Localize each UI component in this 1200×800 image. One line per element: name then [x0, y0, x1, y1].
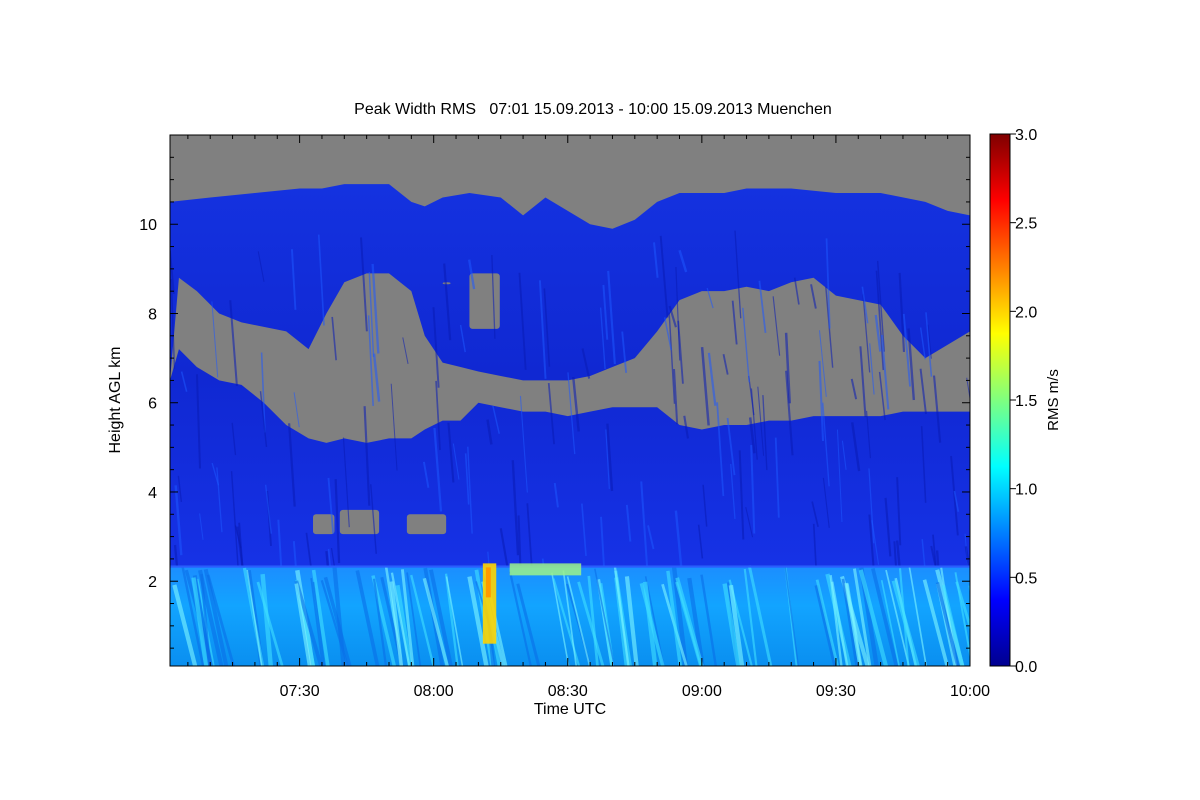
isolated-gap [406, 514, 447, 535]
elevated-rms-patch [509, 563, 582, 576]
colorbar-tick-label: 0.0 [1015, 659, 1037, 676]
x-tick-label: 08:00 [414, 683, 454, 700]
x-tick-label: 09:30 [816, 683, 856, 700]
y-tick-label: 4 [148, 485, 157, 502]
colorbar-tick-label: 3.0 [1015, 127, 1037, 144]
colorbar-label: RMS m/s [1045, 369, 1062, 431]
y-tick-label: 10 [139, 217, 157, 234]
plot-area [170, 135, 970, 666]
colorbar-tick-label: 1.0 [1015, 482, 1037, 499]
max-rms-core [485, 567, 491, 598]
y-axis-label: Height AGL km [107, 346, 124, 453]
radar-chart: 07:30 08:00 08:30 09:00 09:30 10:00 2 4 6 8 10 Pe… [107, 101, 1062, 718]
colorbar-tick-label: 1.5 [1015, 393, 1037, 410]
colorbar-tick-label: 0.5 [1015, 570, 1037, 587]
x-tick-label: 09:00 [682, 683, 722, 700]
y-tick-label: 8 [148, 306, 157, 323]
y-tick-label: 6 [148, 396, 157, 413]
x-axis-label: Time UTC [534, 701, 606, 718]
fall-streak [968, 585, 970, 594]
colorbar-scale [989, 133, 1011, 667]
x-tick-label: 08:30 [548, 683, 588, 700]
colorbar-tick-label: 2.5 [1015, 216, 1037, 233]
x-tick-label: 07:30 [280, 683, 320, 700]
y-tick-label: 2 [148, 574, 157, 591]
x-tick-label: 10:00 [950, 683, 990, 700]
colorbar: 0.0 0.5 1.0 1.5 2.0 2.5 3.0 RMS m/s [989, 127, 1062, 676]
chart-title: Peak Width RMS 07:01 15.09.2013 - 10:00 … [354, 101, 832, 118]
colorbar-tick-label: 2.0 [1015, 304, 1037, 321]
